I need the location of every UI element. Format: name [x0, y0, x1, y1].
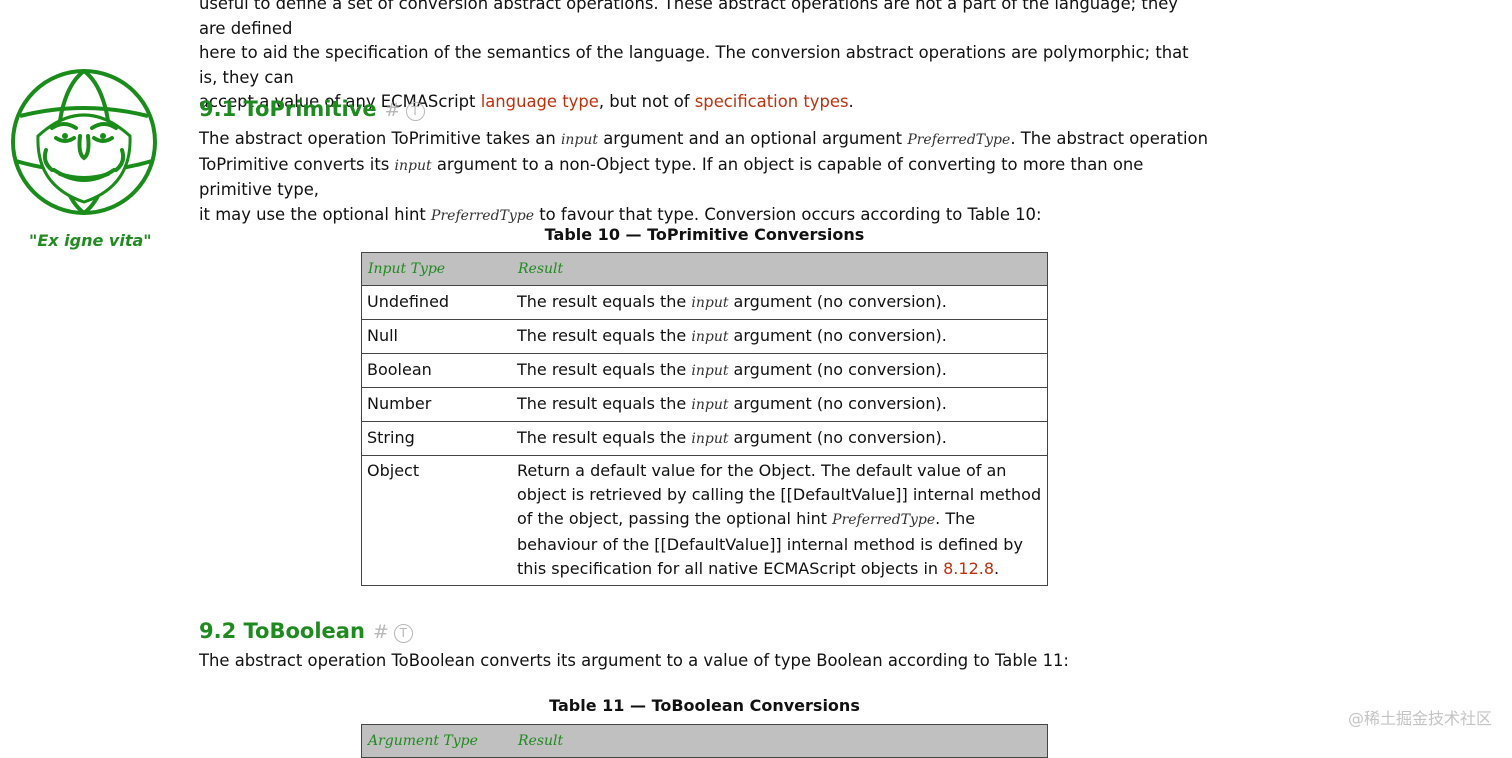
table-row: Object Return a default value for the Ob…: [361, 454, 1048, 587]
table-11-caption: Table 11 — ToBoolean Conversions: [549, 696, 860, 715]
result-cell: The result equals the input argument (no…: [512, 387, 1048, 422]
toboolean-paragraph: The abstract operation ToBoolean convert…: [199, 649, 1209, 674]
toprimitive-table: Input Type Result Undefined The result e…: [361, 252, 1048, 587]
table-row: Boolean The result equals the input argu…: [361, 353, 1048, 388]
intro-text: , but not of: [598, 92, 695, 111]
text: The result equals the: [517, 291, 692, 311]
result-cell: The result equals the input argument (no…: [512, 421, 1048, 456]
t-circle-icon[interactable]: T: [405, 102, 425, 121]
text: ToPrimitive converts its: [199, 154, 395, 174]
arg-input: input: [691, 430, 729, 447]
header-input-type: Input Type: [361, 252, 512, 286]
arg-input: input: [560, 132, 599, 148]
paragraph-line: ToPrimitive converts its input argument …: [199, 153, 1209, 203]
header-result: Result: [512, 252, 1048, 286]
section-title: 9.2 ToBoolean: [199, 619, 365, 643]
arg-input: input: [394, 157, 432, 174]
arg-preferred-type: PreferredType: [832, 512, 936, 529]
type-cell: Boolean: [361, 353, 512, 388]
arg-input: input: [691, 294, 729, 311]
text: The result equals the: [517, 359, 692, 379]
language-type-link[interactable]: language type: [481, 92, 599, 111]
toprimitive-paragraph: The abstract operation ToPrimitive takes…: [199, 127, 1209, 228]
header-result: Result: [512, 724, 1048, 758]
text: argument (no conversion).: [728, 427, 947, 447]
section-heading-toprimitive: 9.1 ToPrimitive # T: [199, 97, 425, 121]
anchor-hash-link[interactable]: #: [385, 99, 401, 121]
intro-text: .: [848, 92, 854, 111]
arg-preferred-type: PreferredType: [907, 132, 1011, 148]
intro-line-1: useful to define a set of conversion abs…: [199, 0, 1179, 38]
section-8-12-8-link[interactable]: 8.12.8: [943, 559, 994, 578]
text: argument (no conversion).: [728, 393, 947, 413]
text: The result equals the: [517, 393, 692, 413]
toboolean-table: Argument Type Result: [361, 724, 1048, 758]
text: The result equals the: [517, 427, 692, 447]
arg-input: input: [691, 362, 729, 379]
text: argument (no conversion).: [728, 359, 947, 379]
text: argument (no conversion).: [728, 291, 947, 311]
site-watermark: @稀土掘金技术社区: [1347, 709, 1492, 728]
table-row: Undefined The result equals the input ar…: [361, 285, 1048, 320]
result-cell: The result equals the input argument (no…: [512, 285, 1048, 320]
type-cell: Undefined: [361, 285, 512, 320]
intro-line-2: here to aid the specification of the sem…: [199, 43, 1189, 87]
arg-preferred-type: PreferredType: [431, 207, 535, 224]
text: The result equals the: [517, 325, 692, 345]
table-row: String The result equals the input argum…: [361, 421, 1048, 456]
text: it may use the optional hint: [199, 204, 432, 224]
t-circle-icon[interactable]: T: [393, 624, 413, 643]
motto-caption: "Ex igne vita": [29, 231, 152, 250]
text: argument (no conversion).: [728, 325, 947, 345]
arg-input: input: [691, 328, 729, 345]
smiling-globe-logo: [11, 69, 157, 215]
header-argument-type: Argument Type: [361, 724, 512, 758]
section-title: 9.1 ToPrimitive: [199, 97, 377, 121]
specification-types-link[interactable]: specification types: [695, 92, 849, 111]
type-cell: Object: [361, 454, 512, 587]
text: argument and an optional argument: [598, 129, 908, 148]
text: to favour that type. Conversion occurs a…: [534, 204, 1042, 224]
result-cell: The result equals the input argument (no…: [512, 319, 1048, 354]
paragraph-line: The abstract operation ToBoolean convert…: [199, 651, 1069, 670]
table-row: Number The result equals the input argum…: [361, 387, 1048, 422]
text: The abstract operation ToPrimitive takes…: [199, 129, 561, 148]
table-row: Null The result equals the input argumen…: [361, 319, 1048, 354]
section-heading-toboolean: 9.2 ToBoolean # T: [199, 619, 413, 643]
result-cell: Return a default value for the Object. T…: [512, 454, 1048, 587]
type-cell: Null: [361, 319, 512, 354]
type-cell: Number: [361, 387, 512, 422]
result-cell: The result equals the input argument (no…: [512, 353, 1048, 388]
anchor-hash-link[interactable]: #: [373, 621, 389, 643]
type-cell: String: [361, 421, 512, 456]
text: . The abstract operation: [1010, 129, 1208, 148]
table-header-row: Argument Type Result: [361, 724, 1048, 758]
text: .: [994, 558, 1000, 578]
table-10-caption: Table 10 — ToPrimitive Conversions: [544, 225, 865, 244]
table-header-row: Input Type Result: [361, 252, 1048, 286]
paragraph-line: The abstract operation ToPrimitive takes…: [199, 127, 1209, 153]
arg-input: input: [691, 396, 729, 413]
